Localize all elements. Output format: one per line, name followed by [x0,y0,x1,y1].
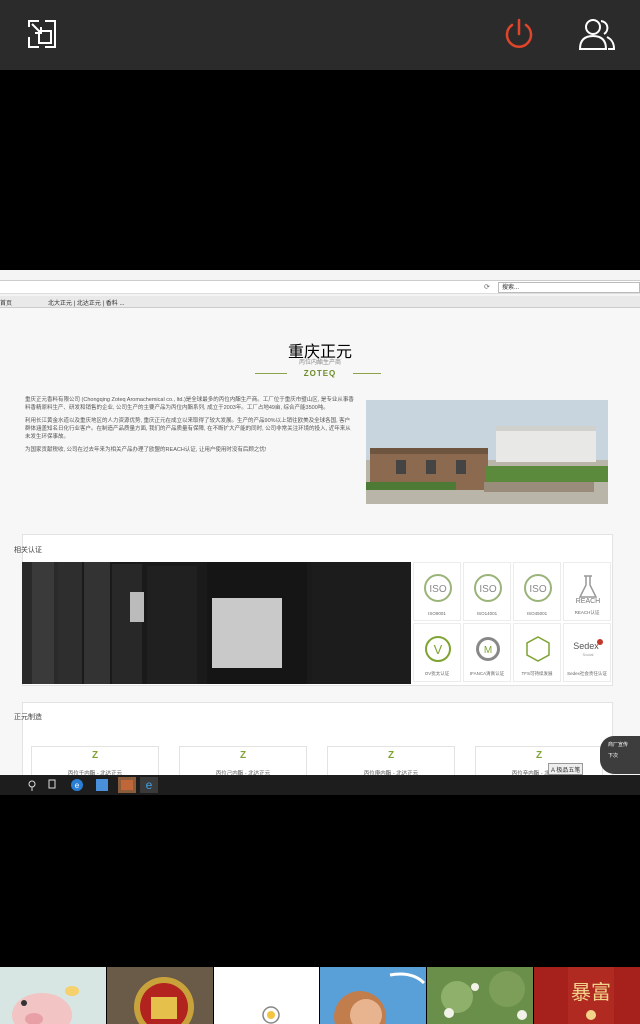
edge-icon[interactable]: e [71,779,83,791]
thumbnail-pig[interactable] [0,967,106,1024]
iso-icon: ISO [474,574,502,602]
cert-section-title: 相关认证 [14,547,42,554]
remote-screen[interactable]: ⟳ 搜索... 首页 北大正元 | 北达正元 | 香料 ... 重庆正元 丙位内… [0,270,640,795]
intro-paragraph: 为国家贡献税收, 公司在过去年来为相关产品办理了欧盟的REACH认证, 让用户使… [25,447,267,453]
hexagon-icon [526,636,550,662]
cert-label: Sedex社会责任认证 [567,671,607,676]
svg-text:M: M [484,645,492,656]
ie-icon[interactable]: e [140,777,158,793]
thumbnail-manchester[interactable] [106,967,213,1024]
remote-toolbar [0,0,640,70]
cert-item[interactable]: ISO ISO14001 [463,562,511,621]
cert-item[interactable]: V OV犹太认证 [413,623,461,682]
svg-text:e: e [146,778,153,792]
cert-item[interactable]: REACH REACH认证 [563,562,611,621]
brand-logo: ZOTEQ [303,369,337,378]
browser-tabs: 首页 北大正元 | 北达正元 | 香料 ... [0,296,640,308]
cert-item[interactable]: ISO ISO9001 [413,562,461,621]
cert-label: IFANCA清真认证 [469,671,505,676]
refresh-icon[interactable]: ⟳ [484,283,490,291]
tab-home[interactable]: 首页 [0,298,12,307]
product-item[interactable]: Z 丙位壬内酯 - 北达正元 [31,746,159,778]
cert-label: ISO45001 [526,611,548,616]
thumbnail-strip: 暴富 [0,967,640,1024]
float-panel-line: 下次 [608,753,619,759]
iso-icon: ISO [424,574,452,602]
thumbnail-flowers[interactable] [427,967,534,1024]
users-icon[interactable] [571,8,623,60]
reach-icon: REACH [576,575,601,603]
search-input[interactable]: 搜索... [498,282,640,293]
product-item[interactable]: Z 丙位庚内酯 - 北达正元 [327,746,455,778]
brand-divider [353,373,381,374]
exit-fullscreen-icon[interactable] [16,8,68,60]
cert-label: ISO9001 [428,611,446,616]
svg-text:V: V [434,642,443,657]
tab-zoteq[interactable]: 北大正元 | 北达正元 | 香料 ... [48,298,124,307]
product-item[interactable]: Z 丙位辛内酯 - 北达正元 [475,746,603,778]
address-bar[interactable]: ⟳ 搜索... [0,280,640,294]
drums-photo [22,562,411,684]
cert-item[interactable]: ISO ISO45001 [513,562,561,621]
svg-text:REACH: REACH [576,598,601,603]
svg-text:Social: Social [583,652,594,657]
web-page: 重庆正元 丙位内酯生产商 ZOTEQ 重庆正元香料有限公司 (Chongqing… [0,308,640,778]
product-item[interactable]: Z 丙位己内酯 - 北达正元 [179,746,307,778]
cert-label: TFS可持续发展 [521,671,553,676]
svg-text:e: e [75,781,80,790]
cert-item[interactable]: TFS可持续发展 [513,623,561,682]
float-panel[interactable]: 商厂宣传 下次 [600,736,640,774]
intro-paragraph: 利用长江黄金水道以及重庆地区的人力资源优势, 重庆正元在成立以来取得了较大发展。… [25,418,351,440]
factory-photo [366,400,608,504]
cert-item[interactable]: M IFANCA清真认证 [463,623,511,682]
products-section-title: 正元制造 [14,714,42,721]
svg-text:Sedex: Sedex [573,641,599,651]
svg-text:ISO: ISO [479,584,496,595]
product-logo: Z [239,750,247,761]
kosher-v-icon: V [425,636,451,662]
search-icon[interactable] [28,780,36,791]
svg-text:暴富: 暴富 [571,980,611,1004]
file-explorer-icon[interactable] [96,779,108,791]
brand-divider [255,373,287,374]
power-icon[interactable] [493,8,545,60]
letterbox-top [0,70,640,270]
iso-icon: ISO [524,574,552,602]
input-method-bar[interactable]: A 极品五笔 [548,763,584,775]
product-logo: Z [535,750,543,761]
svg-text:ISO: ISO [529,584,546,595]
thumbnail-cartoon[interactable] [213,967,320,1024]
halal-m-icon: M [476,637,500,661]
windows-taskbar: e e [0,775,640,795]
brand-subtitle: 丙位内酯生产商 [298,360,341,366]
cert-label: OV犹太认证 [424,671,450,676]
sedex-icon: SedexSocial [573,639,603,657]
float-panel-line: 商厂宣传 [608,742,629,748]
ime-label: A 极品五笔 [548,763,584,775]
cert-grid: ISO ISO9001 ISO ISO14001 ISO ISO45001 RE… [413,562,613,684]
product-logo: Z [91,750,99,761]
company-intro: 重庆正元香料有限公司 (Chongqing Zoteq Aromachemica… [25,396,355,459]
cert-item[interactable]: Sedex Social Sedex社会责任认证 [563,623,611,682]
letterbox-bottom [0,795,640,967]
svg-text:ISO: ISO [429,584,446,595]
thumbnail-portrait[interactable] [320,967,427,1024]
cert-label: REACH认证 [574,610,600,615]
product-logo: Z [387,750,395,761]
store-icon[interactable] [118,777,136,793]
intro-paragraph: 重庆正元香料有限公司 (Chongqing Zoteq Aromachemica… [25,397,354,411]
thumbnail-calligraphy[interactable]: 暴富 [534,967,640,1024]
cert-label: ISO14001 [476,611,498,616]
task-view-icon[interactable] [48,779,56,789]
